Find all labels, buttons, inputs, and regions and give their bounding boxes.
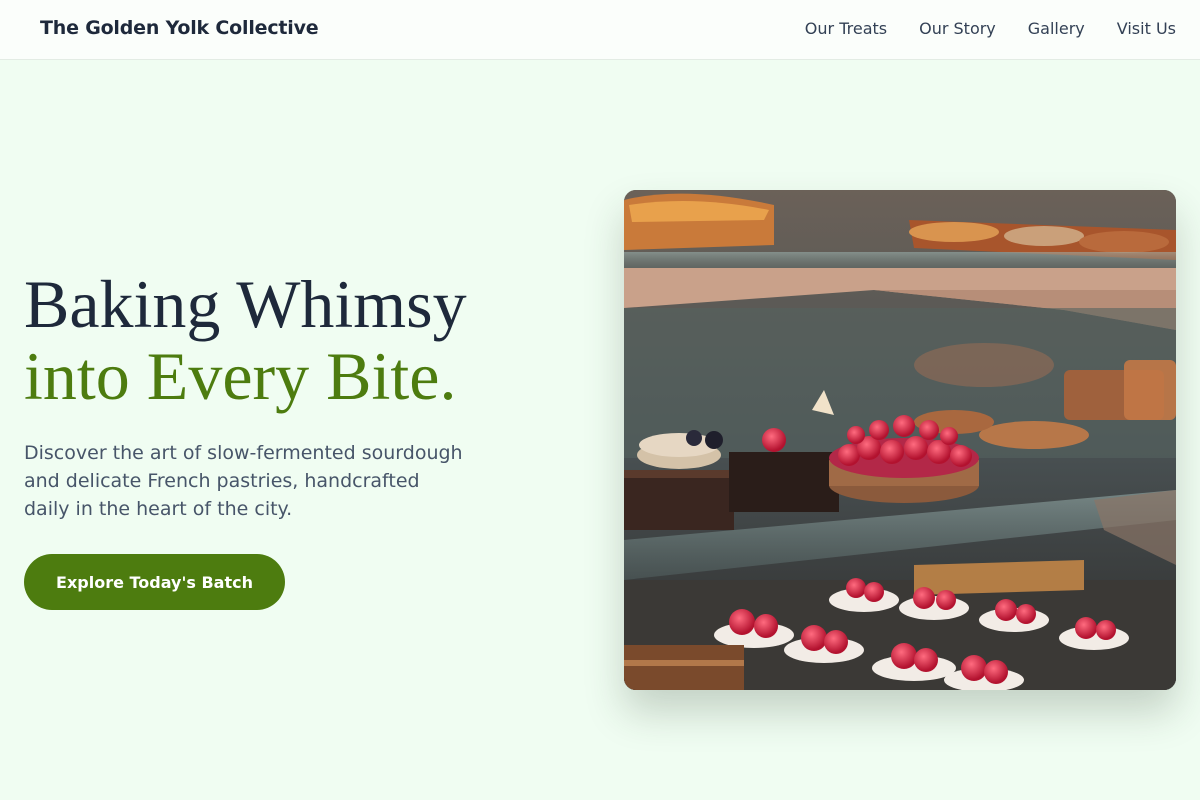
hero-title-line-2: into Every Bite. bbox=[24, 338, 457, 414]
nav-link-gallery[interactable]: Gallery bbox=[1028, 19, 1085, 38]
nav-link-visit-us[interactable]: Visit Us bbox=[1117, 19, 1176, 38]
brand-logo-text[interactable]: The Golden Yolk Collective bbox=[40, 17, 319, 39]
main-nav: Our Treats Our Story Gallery Visit Us bbox=[805, 19, 1176, 38]
nav-link-our-story[interactable]: Our Story bbox=[919, 19, 996, 38]
site-header: The Golden Yolk Collective Our Treats Ou… bbox=[0, 0, 1200, 60]
hero-title-line-1: Baking Whimsy bbox=[24, 266, 467, 342]
hero-subtitle: Discover the art of slow-fermented sourd… bbox=[24, 442, 463, 520]
explore-batch-button[interactable]: Explore Today's Batch bbox=[24, 554, 285, 610]
nav-link-our-treats[interactable]: Our Treats bbox=[805, 19, 887, 38]
hero-pastry-photo bbox=[624, 190, 1176, 690]
hero-title: Baking Whimsy into Every Bite. bbox=[24, 268, 467, 412]
